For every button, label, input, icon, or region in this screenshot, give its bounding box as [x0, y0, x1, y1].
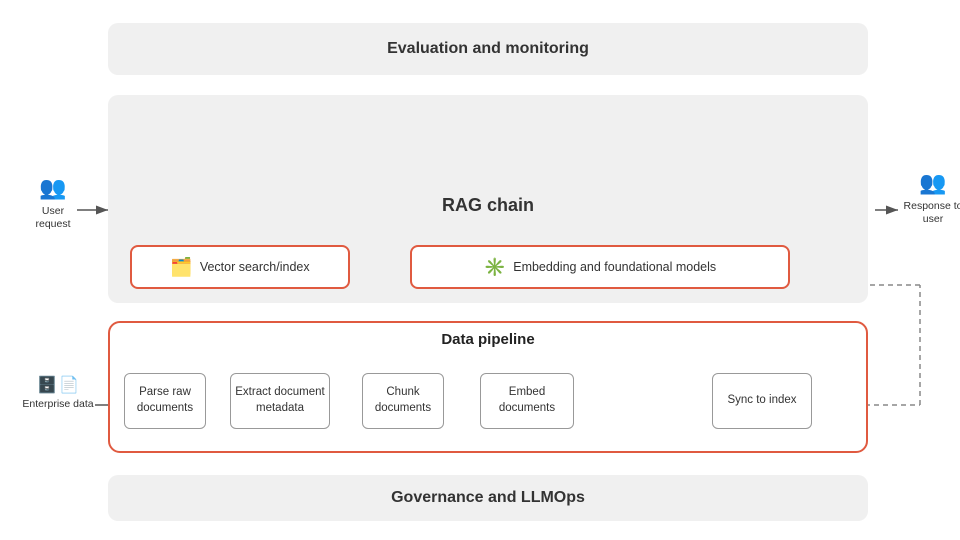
enterprise-icon-2: 📄	[59, 375, 79, 395]
rag-title: RAG chain	[442, 195, 534, 215]
enterprise-icon-1: 🗄️	[37, 375, 57, 395]
step-sync: Sync to index	[712, 373, 812, 429]
sparkle-icon: ✳️	[484, 257, 506, 278]
response-area: 👥 Response to user	[898, 170, 960, 225]
response-label: Response to user	[898, 200, 960, 225]
vector-search-box: 🗂️ Vector search/index	[130, 245, 350, 289]
step-chunk: Chunk documents	[362, 373, 444, 429]
response-icon: 👥	[919, 170, 946, 196]
governance-banner: Governance and LLMOps	[108, 475, 868, 521]
user-request-icon: 👥	[39, 175, 66, 201]
embedding-label: Embedding and foundational models	[513, 260, 716, 274]
evaluation-banner: Evaluation and monitoring	[108, 23, 868, 75]
layers-icon: 🗂️	[170, 257, 192, 278]
step-extract: Extract document metadata	[230, 373, 330, 429]
user-request-label: User request	[24, 205, 82, 230]
user-request-area: 👥 User request	[24, 175, 82, 230]
step-parse: Parse raw documents	[124, 373, 206, 429]
embedding-box: ✳️ Embedding and foundational models	[410, 245, 790, 289]
enterprise-data-area: 🗄️ 📄 Enterprise data	[22, 375, 94, 411]
step-embed: Embed documents	[480, 373, 574, 429]
data-pipeline-title: Data pipeline	[108, 331, 868, 348]
vector-search-label: Vector search/index	[200, 260, 310, 274]
diagram-container: Evaluation and monitoring RAG chain 🗂️ V…	[20, 15, 940, 525]
enterprise-data-label: Enterprise data	[22, 398, 93, 411]
